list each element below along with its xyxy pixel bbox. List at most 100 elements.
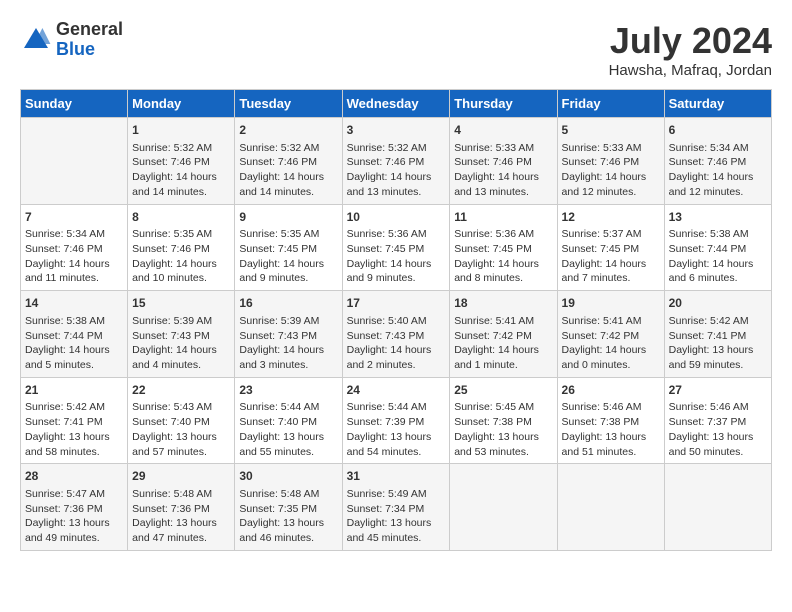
- day-cell: 21Sunrise: 5:42 AMSunset: 7:41 PMDayligh…: [21, 377, 128, 464]
- day-number: 22: [132, 382, 230, 399]
- day-info: Sunrise: 5:37 AM: [562, 227, 660, 242]
- day-info: Sunrise: 5:34 AM: [669, 141, 767, 156]
- day-cell: 4Sunrise: 5:33 AMSunset: 7:46 PMDaylight…: [450, 118, 557, 205]
- day-cell: 16Sunrise: 5:39 AMSunset: 7:43 PMDayligh…: [235, 291, 342, 378]
- day-info: and 57 minutes.: [132, 445, 230, 460]
- day-info: Sunrise: 5:35 AM: [239, 227, 337, 242]
- day-number: 15: [132, 295, 230, 312]
- day-info: Sunset: 7:35 PM: [239, 502, 337, 517]
- day-info: and 13 minutes.: [347, 185, 446, 200]
- day-number: 8: [132, 209, 230, 226]
- day-info: Sunset: 7:41 PM: [669, 329, 767, 344]
- day-number: 6: [669, 122, 767, 139]
- day-info: Sunrise: 5:41 AM: [454, 314, 552, 329]
- day-info: Daylight: 13 hours: [669, 430, 767, 445]
- day-cell: 20Sunrise: 5:42 AMSunset: 7:41 PMDayligh…: [664, 291, 771, 378]
- day-number: 23: [239, 382, 337, 399]
- day-info: Sunrise: 5:32 AM: [239, 141, 337, 156]
- day-info: Daylight: 14 hours: [25, 343, 123, 358]
- day-cell: 27Sunrise: 5:46 AMSunset: 7:37 PMDayligh…: [664, 377, 771, 464]
- day-number: 9: [239, 209, 337, 226]
- title-section: July 2024 Hawsha, Mafraq, Jordan: [609, 20, 772, 79]
- day-cell: 17Sunrise: 5:40 AMSunset: 7:43 PMDayligh…: [342, 291, 450, 378]
- day-info: Sunrise: 5:47 AM: [25, 487, 123, 502]
- week-row-4: 21Sunrise: 5:42 AMSunset: 7:41 PMDayligh…: [21, 377, 772, 464]
- day-info: Sunrise: 5:33 AM: [454, 141, 552, 156]
- day-info: Daylight: 14 hours: [132, 170, 230, 185]
- day-cell: 30Sunrise: 5:48 AMSunset: 7:35 PMDayligh…: [235, 464, 342, 551]
- day-info: Daylight: 13 hours: [25, 516, 123, 531]
- day-info: Sunrise: 5:34 AM: [25, 227, 123, 242]
- day-info: Sunrise: 5:46 AM: [562, 400, 660, 415]
- day-info: and 12 minutes.: [562, 185, 660, 200]
- day-number: 10: [347, 209, 446, 226]
- day-info: Daylight: 14 hours: [562, 170, 660, 185]
- logo: General Blue: [20, 20, 123, 60]
- day-info: Sunrise: 5:42 AM: [25, 400, 123, 415]
- day-info: Sunrise: 5:40 AM: [347, 314, 446, 329]
- day-cell: [21, 118, 128, 205]
- week-row-5: 28Sunrise: 5:47 AMSunset: 7:36 PMDayligh…: [21, 464, 772, 551]
- day-number: 11: [454, 209, 552, 226]
- day-info: and 58 minutes.: [25, 445, 123, 460]
- day-number: 7: [25, 209, 123, 226]
- day-info: Daylight: 14 hours: [562, 257, 660, 272]
- day-cell: 19Sunrise: 5:41 AMSunset: 7:42 PMDayligh…: [557, 291, 664, 378]
- day-info: and 14 minutes.: [239, 185, 337, 200]
- day-info: Sunrise: 5:48 AM: [239, 487, 337, 502]
- day-info: Sunrise: 5:33 AM: [562, 141, 660, 156]
- day-info: and 8 minutes.: [454, 271, 552, 286]
- day-info: Sunset: 7:46 PM: [25, 242, 123, 257]
- day-info: Sunset: 7:45 PM: [239, 242, 337, 257]
- day-info: Daylight: 14 hours: [132, 343, 230, 358]
- day-info: Sunset: 7:46 PM: [669, 155, 767, 170]
- day-info: Daylight: 14 hours: [454, 343, 552, 358]
- day-number: 31: [347, 468, 446, 485]
- day-info: Sunrise: 5:44 AM: [347, 400, 446, 415]
- location: Hawsha, Mafraq, Jordan: [609, 62, 772, 79]
- day-info: and 3 minutes.: [239, 358, 337, 373]
- day-cell: 2Sunrise: 5:32 AMSunset: 7:46 PMDaylight…: [235, 118, 342, 205]
- day-info: Daylight: 14 hours: [25, 257, 123, 272]
- day-info: Sunrise: 5:32 AM: [132, 141, 230, 156]
- day-number: 27: [669, 382, 767, 399]
- day-info: Sunset: 7:46 PM: [454, 155, 552, 170]
- day-info: Daylight: 14 hours: [132, 257, 230, 272]
- day-number: 30: [239, 468, 337, 485]
- day-cell: 31Sunrise: 5:49 AMSunset: 7:34 PMDayligh…: [342, 464, 450, 551]
- day-info: Sunset: 7:46 PM: [132, 242, 230, 257]
- day-info: Daylight: 13 hours: [347, 516, 446, 531]
- day-info: Sunset: 7:44 PM: [669, 242, 767, 257]
- day-number: 16: [239, 295, 337, 312]
- day-info: and 0 minutes.: [562, 358, 660, 373]
- day-info: Sunset: 7:42 PM: [454, 329, 552, 344]
- day-info: and 55 minutes.: [239, 445, 337, 460]
- day-info: Daylight: 14 hours: [347, 257, 446, 272]
- day-cell: [557, 464, 664, 551]
- day-info: Sunset: 7:42 PM: [562, 329, 660, 344]
- header-cell-saturday: Saturday: [664, 90, 771, 118]
- day-info: Sunset: 7:37 PM: [669, 415, 767, 430]
- day-info: Sunset: 7:34 PM: [347, 502, 446, 517]
- page-header: General Blue July 2024 Hawsha, Mafraq, J…: [20, 20, 772, 79]
- day-info: Daylight: 14 hours: [239, 170, 337, 185]
- day-info: Sunrise: 5:44 AM: [239, 400, 337, 415]
- day-info: Sunset: 7:36 PM: [132, 502, 230, 517]
- day-number: 29: [132, 468, 230, 485]
- day-cell: 23Sunrise: 5:44 AMSunset: 7:40 PMDayligh…: [235, 377, 342, 464]
- day-info: Sunset: 7:39 PM: [347, 415, 446, 430]
- day-info: Sunrise: 5:32 AM: [347, 141, 446, 156]
- day-info: Sunset: 7:43 PM: [347, 329, 446, 344]
- day-info: Sunset: 7:46 PM: [132, 155, 230, 170]
- day-info: Sunset: 7:46 PM: [562, 155, 660, 170]
- day-cell: 8Sunrise: 5:35 AMSunset: 7:46 PMDaylight…: [128, 204, 235, 291]
- day-info: Sunset: 7:45 PM: [347, 242, 446, 257]
- day-cell: [664, 464, 771, 551]
- header-cell-tuesday: Tuesday: [235, 90, 342, 118]
- header-row: SundayMondayTuesdayWednesdayThursdayFrid…: [21, 90, 772, 118]
- header-cell-sunday: Sunday: [21, 90, 128, 118]
- day-info: and 1 minute.: [454, 358, 552, 373]
- day-info: and 10 minutes.: [132, 271, 230, 286]
- day-info: Daylight: 13 hours: [25, 430, 123, 445]
- day-info: Sunset: 7:40 PM: [239, 415, 337, 430]
